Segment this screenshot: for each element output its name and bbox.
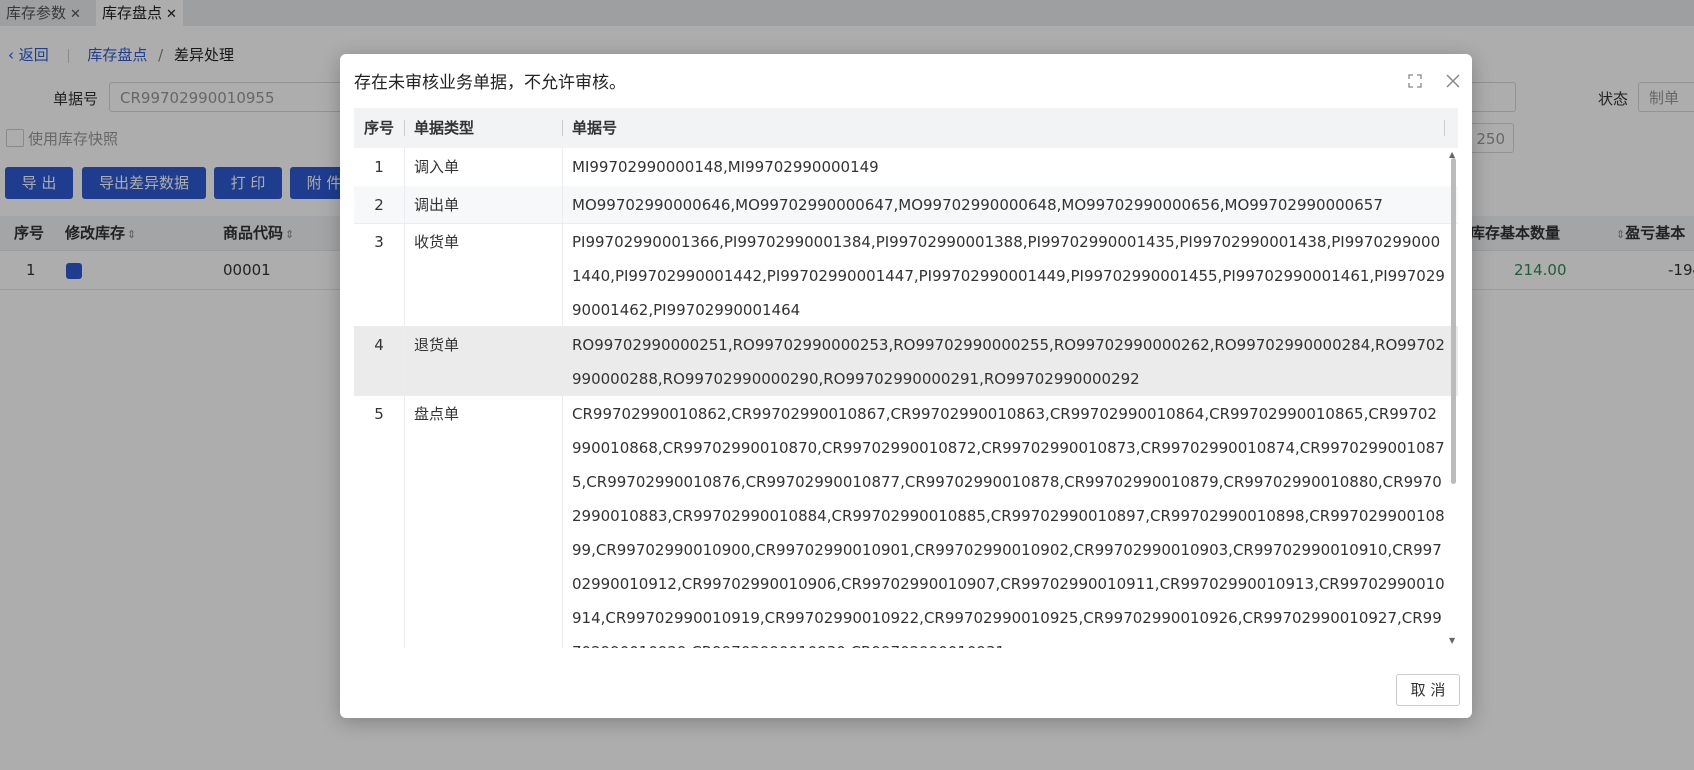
divider <box>404 120 405 136</box>
scroll-down-icon[interactable]: ▼ <box>1449 636 1455 645</box>
scrollbar[interactable] <box>1451 158 1456 484</box>
table-row[interactable]: 5 盘点单 CR99702990010862,CR99702990010867,… <box>354 395 1458 648</box>
close-icon[interactable] <box>1444 72 1462 90</box>
cancel-button[interactable]: 取 消 <box>1396 674 1460 706</box>
table-row[interactable]: 1 调入单 MI99702990000148,MI99702990000149 <box>354 148 1458 187</box>
divider <box>1444 120 1445 136</box>
doc-no-cell: CR99702990010862,CR99702990010867,CR9970… <box>572 405 1445 648</box>
col-doc-type: 单据类型 <box>414 119 475 137</box>
fullscreen-icon[interactable] <box>1408 74 1422 88</box>
doc-no-cell: PI99702990001366,PI99702990001384,PI9970… <box>572 233 1445 319</box>
doc-no-cell: MO99702990000646,MO99702990000647,MO9970… <box>572 196 1383 214</box>
divider <box>562 120 563 136</box>
doc-no-cell: MI99702990000148,MI99702990000149 <box>572 158 879 176</box>
dialog-grid-body[interactable]: 1 调入单 MI99702990000148,MI99702990000149 … <box>354 148 1458 648</box>
table-row[interactable]: 3 收货单 PI99702990001366,PI99702990001384,… <box>354 223 1458 327</box>
dialog-title: 存在未审核业务单据，不允许审核。 <box>354 73 626 93</box>
col-seq: 序号 <box>364 119 395 137</box>
col-doc-no: 单据号 <box>572 119 618 137</box>
doc-no-cell: RO99702990000251,RO99702990000253,RO9970… <box>572 336 1445 388</box>
dialog-grid-header: 序号 单据类型 单据号 <box>354 108 1458 148</box>
table-row[interactable]: 2 调出单 MO99702990000646,MO99702990000647,… <box>354 186 1458 224</box>
unreviewed-docs-dialog: 存在未审核业务单据，不允许审核。 序号 单据类型 单据号 1 调入单 MI997… <box>340 54 1472 718</box>
table-row[interactable]: 4 退货单 RO99702990000251,RO99702990000253,… <box>354 326 1458 396</box>
